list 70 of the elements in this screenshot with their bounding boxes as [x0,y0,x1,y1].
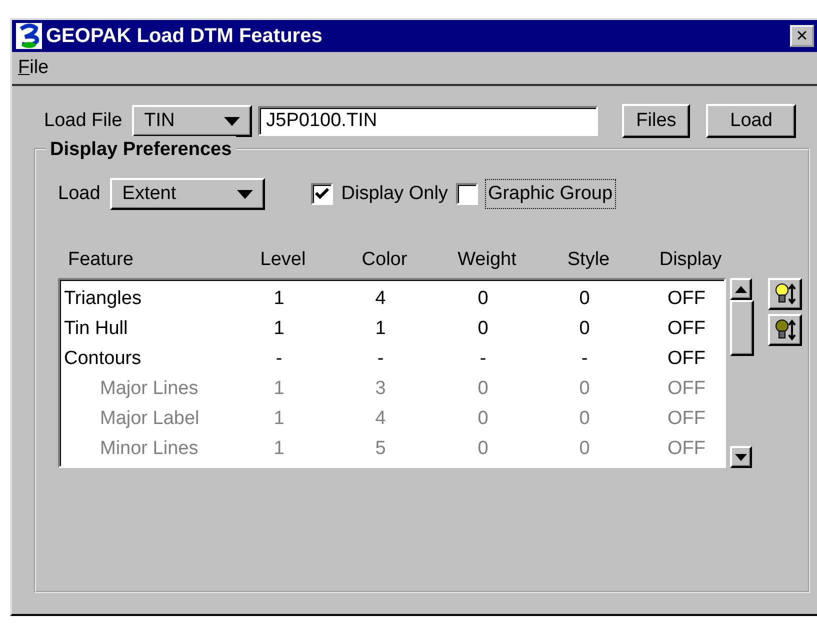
files-button[interactable]: Files [622,104,690,138]
load-button[interactable]: Load [706,104,796,138]
scrollbar[interactable] [730,278,754,468]
light-bulb-icon [773,318,797,342]
feature-name: Minor Lines [99,437,200,461]
column-header: Feature [68,248,134,272]
column-header: Color [360,248,408,272]
load-dropdown[interactable]: Extent [110,178,266,210]
scroll-down-button[interactable] [730,446,752,468]
scroll-thumb[interactable] [730,300,754,356]
feature-name: Major Lines [99,377,200,401]
table-cell-text: 0 [476,287,490,311]
table-cell-text: 1 [272,377,286,401]
down-arrow-icon [735,454,747,460]
file-type-dropdown[interactable]: TIN [132,105,252,137]
up-arrow-icon [735,286,747,292]
feature-name: Contours [64,347,142,371]
scroll-up-button[interactable] [730,278,752,300]
table-cell-text: 0 [476,377,490,401]
light-bulb-button[interactable] [768,314,802,346]
checkbox[interactable] [311,183,334,205]
app-logo-icon [16,23,42,49]
table-cell-text: 0 [578,317,591,341]
table-cell-text: 5 [374,437,387,461]
table-cell-text: 1 [272,437,286,461]
table-cell-text: 0 [476,317,490,341]
table-cell-text: - [274,347,284,371]
table-cell-text: 4 [374,287,387,311]
table-cell-text: OFF [666,317,706,341]
feature-name: Triangles [64,287,142,311]
table-cell-text: 0 [578,437,591,461]
table-cell-text: - [478,347,488,371]
table-cell-text: 1 [272,287,286,311]
table-cell-text: 0 [476,437,490,461]
light-bulb-icon [773,282,797,306]
menu-item[interactable]: File [18,54,49,82]
window-title: GEOPAK Load DTM Features [46,24,322,49]
table-cell-text: - [580,347,589,371]
table-cell-text: OFF [666,407,706,431]
table-cell-text: 0 [476,407,490,431]
table-cell-text: - [376,347,385,371]
table-cell-text: 3 [374,377,387,401]
table-cell-text: 1 [272,407,286,431]
table-cell-text: 0 [578,407,591,431]
file-name-field[interactable]: J5P0100.TIN [258,106,598,136]
checkbox-label: Graphic Group [486,180,615,208]
checkbox-label: Display Only [341,182,448,206]
checkbox[interactable] [456,183,478,205]
check-icon [315,188,330,200]
column-header: Style [566,248,611,272]
table-cell-text: OFF [666,377,706,401]
light-bulb-button[interactable] [768,278,802,310]
feature-name: Major Label [99,407,200,431]
table-cell-text: OFF [666,437,706,461]
table-cell-text: 4 [374,407,387,431]
load-label: Load [58,182,100,206]
dropdown-arrow-icon [237,190,254,198]
table-cell-text: 0 [578,287,591,311]
column-header: Level [259,248,307,272]
table-cell-text: 0 [578,377,591,401]
column-header: Weight [456,248,518,272]
table-cell-text: 1 [374,317,387,341]
feature-name: Tin Hull [64,317,129,341]
table-cell-text: 1 [272,317,286,341]
table-cell-text: OFF [666,347,706,371]
table-cell-text: OFF [666,287,706,311]
column-header: Display [658,248,723,272]
load-file-label: Load File [44,108,122,133]
dropdown-arrow-icon [224,116,240,126]
close-button[interactable]: × [790,25,814,47]
